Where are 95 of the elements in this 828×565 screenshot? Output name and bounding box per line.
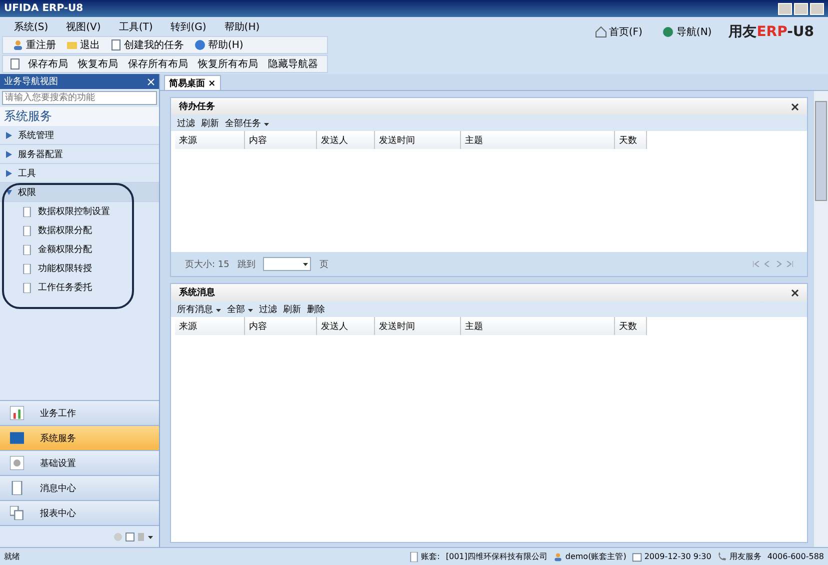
document-icon [110, 39, 122, 51]
column-header[interactable]: 发送时间 [375, 131, 461, 149]
toolbar-button[interactable]: 刷新 [282, 302, 301, 316]
status-item: 账套: [409, 551, 440, 562]
tree-item[interactable]: 数据权限分配 [0, 221, 159, 240]
column-header[interactable]: 发送时间 [375, 317, 461, 335]
toolbar-button[interactable]: 保存所有布局 [125, 57, 191, 71]
minimize-button[interactable] [778, 2, 792, 14]
user-icon [12, 39, 24, 51]
toolbar-button[interactable]: 刷新 [201, 116, 219, 130]
tab[interactable]: 简易桌面 × [164, 75, 221, 90]
menu-item[interactable]: 视图(V) [66, 20, 101, 34]
status-item: 用友服务 [717, 551, 762, 562]
toolbar-button[interactable]: 创建我的任务 [107, 38, 187, 52]
maximize-button[interactable] [794, 2, 808, 14]
tree-item[interactable]: 系统管理 [0, 126, 159, 145]
column-header[interactable]: 天数 [615, 131, 647, 149]
status-item: 2009-12-30 9:30 [632, 552, 712, 562]
phone-icon [717, 552, 728, 562]
status-item: demo(账套主管) [553, 551, 626, 562]
search-field[interactable]: 请输入您要搜索的功能 [2, 91, 157, 105]
sidebar-title: 业务导航视图 [4, 76, 58, 88]
toolbar-button[interactable]: 所有消息 [177, 302, 221, 316]
module-shortcuts-icon[interactable] [113, 532, 153, 542]
header-link[interactable]: 导航(N) [659, 25, 715, 39]
user-icon [553, 552, 564, 562]
tree-item[interactable]: 权限 [0, 183, 159, 202]
toolbar-button[interactable]: 恢复所有布局 [195, 57, 261, 71]
toolbar-button[interactable]: 过滤 [177, 116, 195, 130]
scrollbar[interactable] [814, 91, 828, 547]
module-button[interactable]: 系统服务 [0, 425, 159, 450]
module-button[interactable]: 报表中心 [0, 500, 159, 525]
toolbar-button[interactable]: 过滤 [258, 302, 277, 316]
header-link[interactable]: 首页(F) [592, 25, 646, 39]
home-icon [594, 26, 607, 38]
panel-title: 系统消息 [179, 286, 215, 299]
column-header[interactable]: 内容 [245, 317, 317, 335]
close-icon[interactable] [791, 102, 799, 110]
chart-icon [10, 406, 24, 420]
window-title: UFIDA ERP-U8 [4, 3, 84, 14]
toolbar-button[interactable]: 帮助(H) [191, 38, 246, 52]
expanded-arrow-icon [6, 188, 12, 196]
toolbar-button[interactable]: 恢复布局 [75, 57, 121, 71]
tree-item[interactable]: 金额权限分配 [0, 240, 159, 259]
tree-item[interactable]: 服务器配置 [0, 145, 159, 164]
column-header[interactable]: 天数 [615, 317, 647, 335]
tree-item[interactable]: 功能权限转授 [0, 259, 159, 278]
close-button[interactable] [810, 2, 824, 14]
caret-icon [264, 122, 269, 126]
column-header[interactable]: 主题 [461, 317, 615, 335]
document-icon [409, 552, 420, 562]
collapsed-arrow-icon [6, 132, 12, 138]
status-item: [001]四维环保科技有限公司 [446, 551, 548, 562]
caret-icon [303, 262, 308, 266]
status-text: 就绪 [4, 551, 20, 562]
menu-item[interactable]: 帮助(H) [224, 20, 260, 34]
module-button[interactable]: 业务工作 [0, 400, 159, 425]
document-icon [9, 58, 21, 70]
toolbar-button[interactable]: 重注册 [9, 38, 59, 52]
column-header[interactable]: 内容 [245, 131, 317, 149]
toolbar-button[interactable]: 全部任务 [225, 116, 269, 130]
module-button[interactable]: 基础设置 [0, 450, 159, 475]
logo: 用友ERP-U8 [728, 23, 814, 41]
column-header[interactable]: 发送人 [317, 317, 375, 335]
panel-title: 待办任务 [179, 100, 215, 113]
caret-icon [216, 308, 221, 312]
toolbar-button[interactable]: 隐藏导航器 [265, 57, 321, 71]
folder-icon [66, 39, 78, 51]
jump-label: 跳到 [237, 258, 256, 270]
calendar-icon [632, 552, 642, 562]
menu-item[interactable]: 系统(S) [14, 20, 48, 34]
module-button[interactable]: 消息中心 [0, 475, 159, 500]
close-icon[interactable] [791, 288, 799, 296]
menu-item[interactable]: 转到(G) [170, 20, 206, 34]
document-icon [10, 481, 24, 495]
toolbar-button[interactable]: 全部 [226, 302, 253, 316]
menu-item[interactable]: 工具(T) [118, 20, 153, 34]
column-header[interactable]: 来源 [175, 131, 245, 149]
screen-icon [10, 431, 24, 445]
toolbar-button[interactable]: 保存布局 [25, 57, 71, 71]
collapsed-arrow-icon [6, 150, 12, 158]
tree-item[interactable]: 数据权限控制设置 [0, 202, 159, 221]
toolbar-button[interactable]: 退出 [63, 38, 103, 52]
pages-icon [10, 506, 24, 520]
column-header[interactable]: 发送人 [317, 131, 375, 149]
page-size-label: 页大小: 15 [185, 258, 230, 270]
caret-icon [248, 308, 253, 312]
column-header[interactable]: 来源 [175, 317, 245, 335]
collapsed-arrow-icon [6, 170, 12, 176]
toolbar-button[interactable]: 删除 [306, 302, 325, 316]
page-label: 页 [319, 258, 328, 270]
sidebar-heading: 系统服务 [0, 107, 159, 126]
column-header[interactable]: 主题 [461, 131, 615, 149]
status-item: 4006-600-588 [767, 552, 824, 561]
tree-item[interactable]: 工作任务委托 [0, 278, 159, 297]
